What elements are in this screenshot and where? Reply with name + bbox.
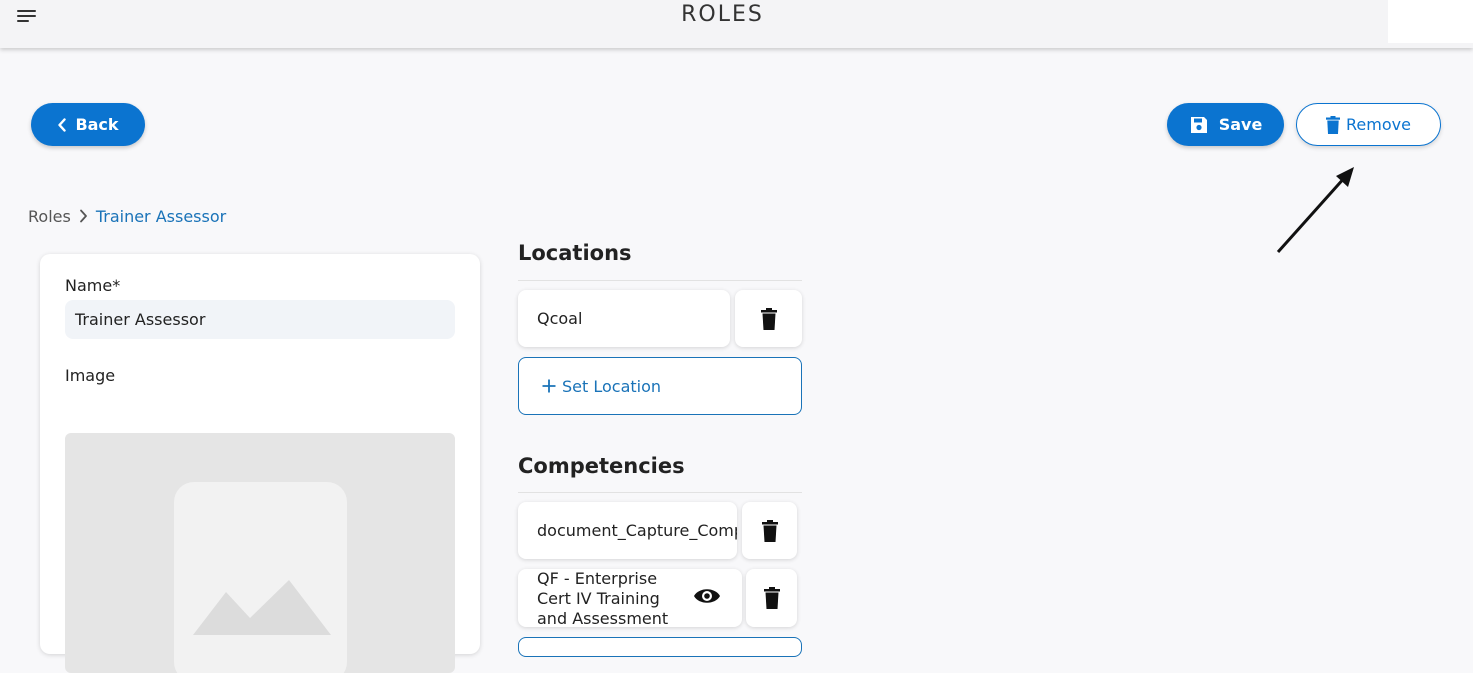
competencies-heading: Competencies <box>518 454 685 478</box>
set-location-button[interactable]: Set Location <box>518 357 802 415</box>
location-item-label: Qcoal <box>537 309 583 328</box>
set-location-label: Set Location <box>562 376 662 396</box>
locations-divider <box>518 280 802 281</box>
chevron-right-icon <box>79 209 87 223</box>
location-item: Qcoal <box>518 290 730 347</box>
eye-icon <box>694 589 720 603</box>
remove-button-label: Remove <box>1346 115 1411 134</box>
delete-competency-button[interactable] <box>746 569 797 627</box>
back-button[interactable]: Back <box>31 103 145 146</box>
breadcrumb: Roles Trainer Assessor <box>28 205 226 227</box>
view-competency-button[interactable] <box>693 586 721 610</box>
competency-item-label: document_Capture_Competency <box>537 521 737 540</box>
save-button[interactable]: Save <box>1167 103 1284 146</box>
name-input[interactable]: Trainer Assessor <box>65 300 455 339</box>
trash-icon <box>763 587 780 609</box>
chevron-left-icon <box>58 117 67 132</box>
image-placeholder-icon <box>193 580 331 635</box>
locations-heading: Locations <box>518 241 632 265</box>
header-blank-area <box>1388 0 1473 43</box>
plus-icon <box>542 379 556 393</box>
trash-icon <box>760 307 777 330</box>
page-title: ROLES <box>681 2 764 27</box>
breadcrumb-roles-link[interactable]: Roles <box>28 207 71 226</box>
competencies-divider <box>518 492 802 493</box>
image-upload-area[interactable] <box>65 433 455 673</box>
back-button-label: Back <box>75 115 119 134</box>
delete-location-button[interactable] <box>735 290 802 347</box>
competency-item: document_Capture_Competency <box>518 502 737 559</box>
add-competency-button[interactable] <box>518 637 802 657</box>
trash-icon <box>1326 115 1341 134</box>
trash-icon <box>761 519 778 542</box>
image-placeholder <box>174 482 347 673</box>
remove-button[interactable]: Remove <box>1296 103 1441 146</box>
top-app-bar: ROLES <box>0 0 1473 48</box>
role-details-card: Name* Trainer Assessor Image <box>40 254 480 673</box>
name-label: Name* <box>65 276 121 295</box>
annotation-arrow-icon <box>1276 167 1354 254</box>
save-button-label: Save <box>1218 115 1263 134</box>
image-label: Image <box>65 366 116 385</box>
breadcrumb-current[interactable]: Trainer Assessor <box>96 207 226 226</box>
floppy-disk-icon <box>1190 116 1207 133</box>
competency-item-label: QF - Enterprise Cert IV Training and Ass… <box>537 569 669 628</box>
delete-competency-button[interactable] <box>742 502 797 559</box>
